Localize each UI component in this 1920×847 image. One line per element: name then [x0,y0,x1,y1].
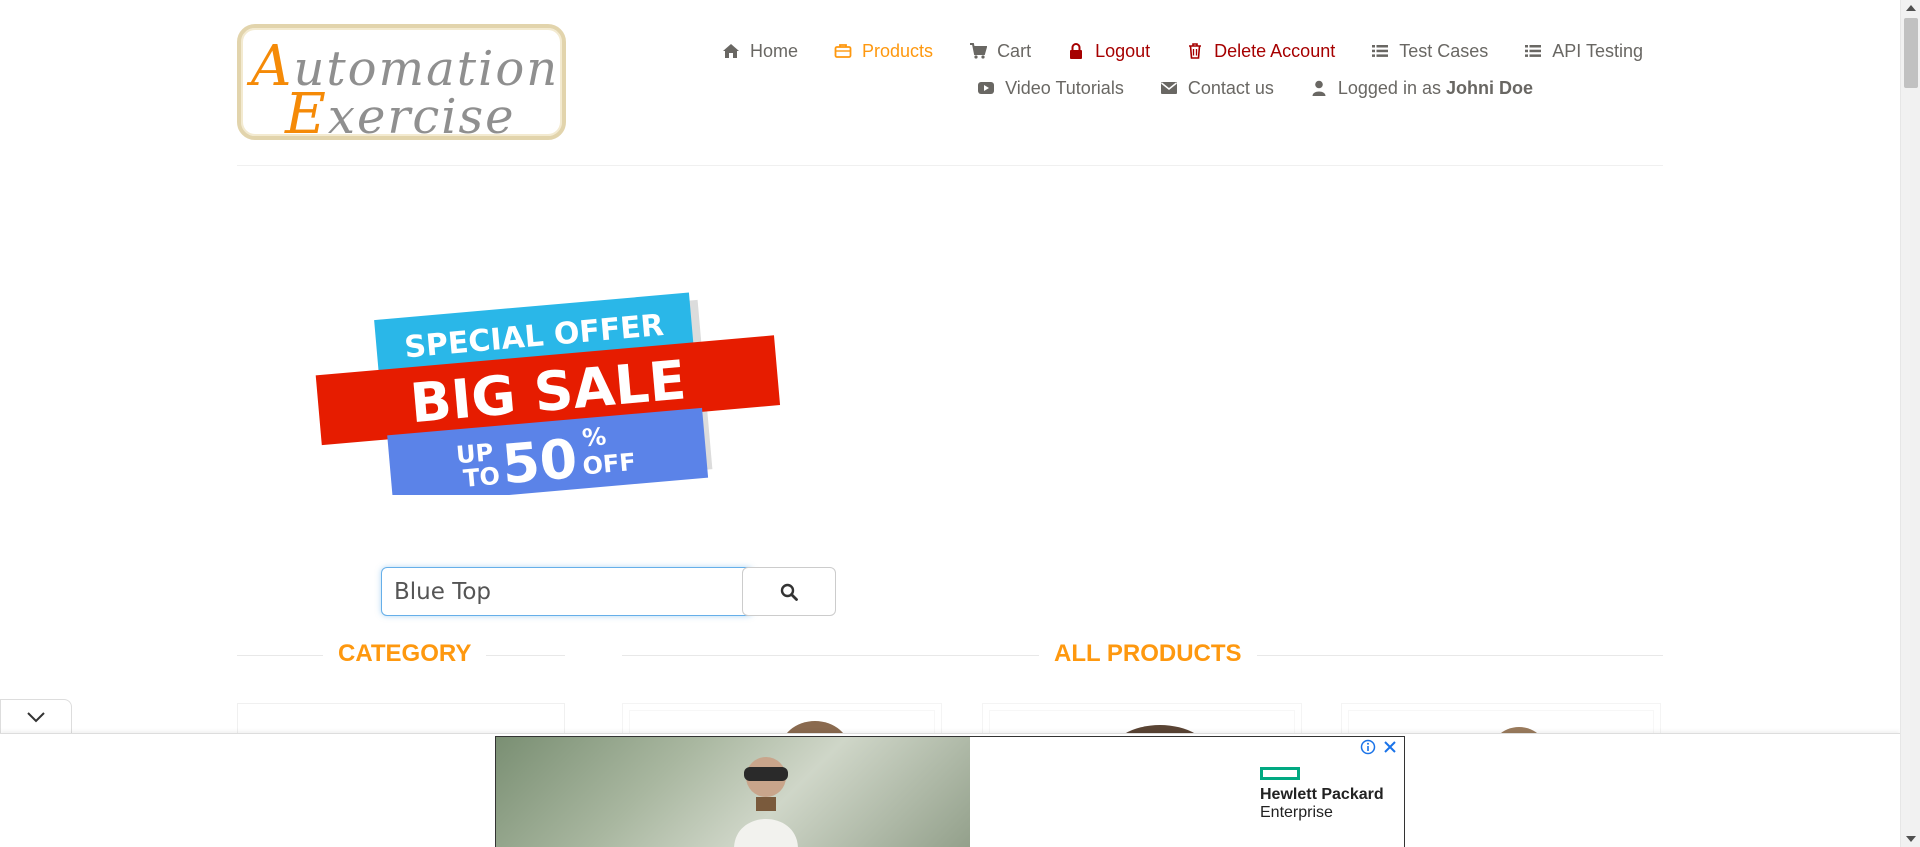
nav-products[interactable]: Products [834,41,933,62]
site-logo[interactable]: Automation Exercise [237,24,566,147]
ad-controls [1360,739,1398,755]
hpe-logo-icon [1260,767,1300,780]
logged-in-text: Logged in as Johni Doe [1338,78,1533,99]
nav-delete-account-label: Delete Account [1214,40,1336,61]
nav-logout[interactable]: Logout [1067,41,1150,62]
nav-logged-in: Logged in as Johni Doe [1310,78,1533,99]
advertisement-banner[interactable]: Hewlett Packard Enterprise [495,736,1405,847]
list-icon [1372,45,1389,57]
ad-photo [496,737,970,847]
nav-api-testing-label: API Testing [1552,40,1643,61]
cart-icon [970,43,988,59]
search-button[interactable] [742,567,836,616]
nav-cart-label: Cart [997,40,1032,61]
banner-percent-sign: % [581,422,607,452]
lock-icon [1070,43,1083,59]
ad-person-image [734,757,798,847]
youtube-icon [978,82,995,94]
trash-icon [1189,43,1202,59]
chevron-down-icon [27,711,45,722]
scroll-thumb[interactable] [1904,18,1918,88]
banner-to-text: TO [462,462,501,493]
nav-test-cases-label: Test Cases [1399,40,1489,61]
banner-off-text: OFF [581,448,636,481]
nav-home[interactable]: Home [722,41,798,62]
arrow-down-icon [1906,836,1916,842]
nav-video-tutorials[interactable]: Video Tutorials [977,78,1124,99]
nav-logout-label: Logout [1095,40,1151,61]
nav-video-tutorials-label: Video Tutorials [1005,77,1124,98]
hpe-brand-line-2: Enterprise [1260,804,1333,821]
banner-percent-value: 50 [499,427,579,495]
scroll-up-arrow[interactable] [1901,0,1920,16]
nav-delete-account[interactable]: Delete Account [1186,41,1335,62]
site-header: Automation Exercise Home Products Cart L… [237,0,1663,166]
logo-line-2: Exercise [285,82,516,147]
big-sale-banner: SPECIAL OFFER BIG SALE UP TO 50 % OFF [315,292,781,495]
scroll-down-arrow[interactable] [1901,831,1920,847]
nav-api-testing[interactable]: API Testing [1524,41,1643,62]
briefcase-icon [834,44,852,58]
hpe-brand-line-1: Hewlett Packard [1260,786,1384,803]
ad-collapse-toggle[interactable] [0,699,72,733]
nav-row-1: Home Products Cart Logout Delete Account… [723,36,1643,66]
category-title: CATEGORY [323,640,487,668]
page-scrollbar[interactable] [1900,0,1920,847]
close-icon[interactable] [1382,739,1398,755]
search-icon [780,583,798,601]
hpe-brand: Hewlett Packard Enterprise [1260,767,1400,822]
nav-test-cases[interactable]: Test Cases [1371,41,1488,62]
logged-in-prefix: Logged in as [1337,77,1441,98]
nav-contact-us-label: Contact us [1187,77,1274,98]
user-icon [1312,80,1326,96]
arrow-up-icon [1906,5,1916,11]
nav-row-2: Video Tutorials Contact us Logged in as … [743,73,1533,103]
nav-cart[interactable]: Cart [969,41,1031,62]
nav-products-label: Products [862,40,934,61]
info-icon[interactable] [1360,739,1376,755]
logged-in-username: Johni Doe [1445,77,1533,98]
list-icon [1525,45,1542,57]
home-icon [723,44,739,58]
nav-contact-us[interactable]: Contact us [1160,78,1274,99]
logo-text-2: xercise [327,89,516,145]
envelope-icon [1160,82,1177,94]
all-products-title: ALL PRODUCTS [1039,640,1257,668]
search-input[interactable] [381,567,753,616]
main-nav: Home Products Cart Logout Delete Account… [723,36,1643,103]
nav-home-label: Home [750,40,799,61]
logo-cap-e: E [285,82,328,147]
